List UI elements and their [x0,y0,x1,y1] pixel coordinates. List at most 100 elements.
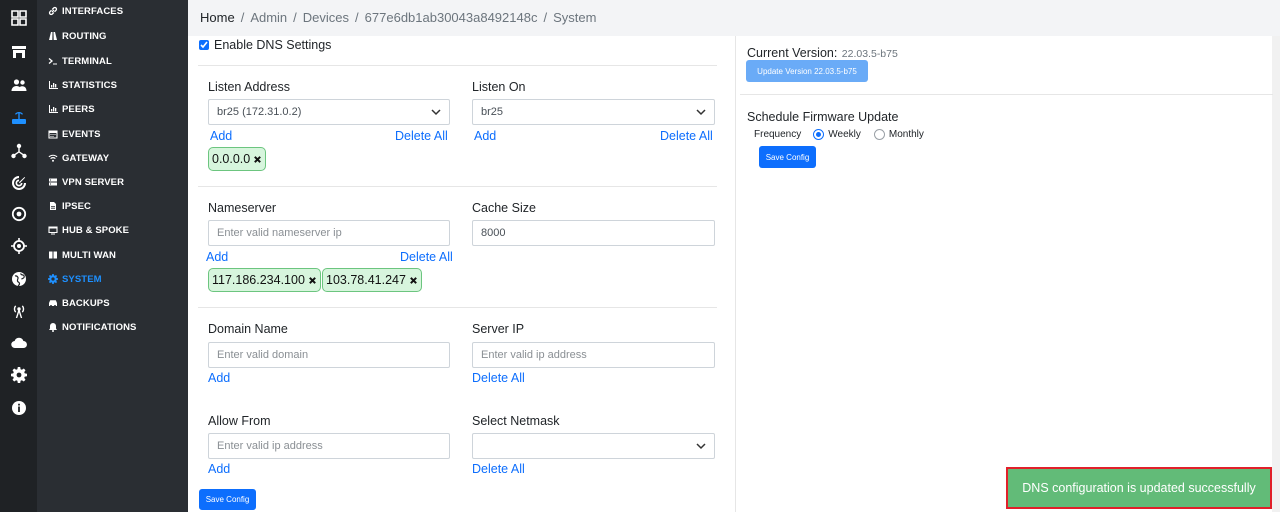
domain-name-add-link[interactable]: Add [208,371,230,385]
weekly-label: Weekly [828,129,861,140]
sidebar-item-multi-wan[interactable]: MULTI WAN [48,247,116,263]
listen-address-chip: 0.0.0.0 [208,147,267,171]
allow-from-add-link[interactable]: Add [208,462,230,476]
allow-from-input[interactable] [208,433,450,459]
current-version-label: Current Version: [747,46,838,60]
divider [198,186,717,187]
sidebar-item-backups[interactable]: BACKUPS [48,295,110,311]
server-icon [49,178,57,186]
dns-save-config-button[interactable]: Save Config [199,489,256,510]
gear-icon[interactable] [0,360,37,390]
sidebar-item-vpn-server[interactable]: VPN SERVER [48,174,124,190]
breadcrumb-home[interactable]: Home [200,10,235,25]
remove-icon[interactable] [253,155,262,164]
domain-name-input[interactable] [208,342,450,368]
nameserver-chip: 117.186.234.100 [208,268,321,292]
main-content: Home / Admin / Devices/677e6db1ab30043a84921… [188,0,1280,512]
firmware-save-config-button[interactable]: Save Config [759,146,816,168]
sidebar-item-ipsec[interactable]: IPSEC [48,198,91,214]
server-ip-input[interactable] [472,342,715,368]
sidebar-item-statistics[interactable]: STATISTICS [48,77,117,93]
grid-icon[interactable] [0,3,37,33]
frequency-row: Frequency Weekly Monthly [754,129,924,140]
sidebar-item-gateway[interactable]: GATEWAY [48,150,109,166]
monthly-radio[interactable] [873,129,885,140]
weekly-radio[interactable] [813,129,825,140]
listen-address-label: Listen Address [208,80,290,94]
sidebar-item-peers[interactable]: PEERS [48,101,95,117]
listen-address-add-link[interactable]: Add [210,129,232,143]
enable-dns-label: Enable DNS Settings [214,38,332,52]
sidebar-item-interfaces[interactable]: INTERFACES [48,3,123,19]
listen-on-add-link[interactable]: Add [474,129,496,143]
success-toast[interactable]: DNS configuration is updated successfull… [1006,467,1272,509]
select-netmask-delete-all-link[interactable]: Delete All [472,462,525,476]
listen-on-label: Listen On [472,80,526,94]
calendar-icon [48,130,58,139]
monthly-label: Monthly [888,129,924,140]
users-icon[interactable] [0,70,37,100]
domain-name-label: Domain Name [208,322,288,336]
update-version-button[interactable]: Update Version 22.03.5-b75 [746,60,868,82]
sidebar-item-terminal[interactable]: TERMINAL [48,53,112,69]
icon-rail [0,0,37,512]
divider [740,94,1273,95]
sidebar-item-events[interactable]: EVENTS [48,126,101,142]
enable-dns-row: Enable DNS Settings [199,38,331,52]
cache-size-label: Cache Size [472,201,536,215]
select-netmask-select[interactable] [472,433,715,459]
nameserver-chip: 103.78.41.247 [322,268,422,292]
terminal-icon [48,58,57,65]
schedule-firmware-title: Schedule Firmware Update [747,110,899,124]
nameserver-add-link[interactable]: Add [206,250,228,264]
crosshair-icon[interactable] [0,231,37,261]
bell-icon [49,323,57,332]
nameserver-delete-all-link[interactable]: Delete All [400,250,453,264]
allow-from-label: Allow From [208,414,271,428]
sidebar-item-routing[interactable]: ROUTING [48,28,107,44]
scrollbar[interactable] [1272,36,1280,512]
sidebar-item-system[interactable]: SYSTEM [48,271,102,287]
server-ip-label: Server IP [472,322,525,336]
radar-icon[interactable] [0,168,37,198]
enable-dns-checkbox[interactable] [199,40,209,50]
hub-icon [48,226,58,235]
car-icon [49,300,57,307]
wifi-icon [48,154,58,162]
store-icon[interactable] [0,37,37,67]
select-netmask-label: Select Netmask [472,414,560,428]
listen-address-delete-all-link[interactable]: Delete All [395,129,448,143]
road-icon [49,32,57,40]
target-icon[interactable] [0,199,37,229]
listen-on-select[interactable]: br25 [472,99,715,125]
breadcrumb-device-id[interactable]: 677e6db1ab30043a8492148c [365,10,538,25]
nameserver-label: Nameserver [208,201,277,215]
listen-on-delete-all-link[interactable]: Delete All [660,129,713,143]
antenna-icon[interactable] [0,296,37,326]
panel-divider [735,36,736,512]
breadcrumb-devices[interactable]: Devices [303,10,349,25]
remove-icon[interactable] [308,276,317,285]
breadcrumb-admin[interactable]: Admin [250,10,287,25]
chevron-down-icon [696,109,706,116]
remove-icon[interactable] [409,276,418,285]
network-icon[interactable] [0,136,37,166]
chevron-down-icon [696,443,706,450]
document-icon [50,202,56,210]
chevron-down-icon [431,109,441,116]
sidebar-item-notifications[interactable]: NOTIFICATIONS [48,319,136,335]
cache-size-input[interactable] [472,220,715,246]
info-icon[interactable] [0,393,37,423]
server-ip-delete-all-link[interactable]: Delete All [472,371,525,385]
nameserver-input[interactable] [208,220,450,246]
listen-address-select[interactable]: br25 (172.31.0.2) [208,99,450,125]
current-version-value: 22.03.5-b75 [841,48,898,60]
link-icon [48,6,58,16]
breadcrumb-system: System [553,10,597,25]
cloud-icon[interactable] [0,328,37,358]
sidebar-item-hub-spoke[interactable]: HUB & SPOKE [48,222,129,238]
breadcrumb: Home / Admin / Devices/677e6db1ab30043a84921… [188,0,1280,36]
globe-icon[interactable] [0,264,37,294]
router-icon[interactable] [0,103,37,133]
bar-chart-icon [49,105,58,113]
